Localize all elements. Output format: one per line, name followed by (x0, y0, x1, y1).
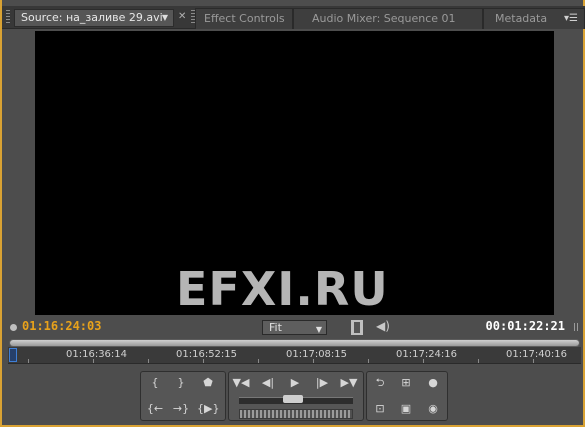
zoom-scrollbar[interactable] (9, 339, 580, 347)
insert-icon[interactable]: ⊡ (369, 399, 391, 419)
go-to-in-point-icon[interactable]: {← (144, 399, 166, 419)
resize-grip-icon[interactable] (574, 323, 580, 331)
marker-controls: { } ⬟ {← →} {▶} (140, 371, 226, 421)
scrollbar-thumb[interactable] (10, 340, 579, 346)
tab-metadata[interactable]: Metadata ▾☰ (483, 8, 585, 29)
loop-icon[interactable]: ⮌ (369, 373, 391, 393)
ruler-label: 01:17:40:16 (506, 349, 568, 360)
play-icon[interactable]: ▶ (284, 373, 306, 393)
ruler-label: 01:17:24:16 (396, 349, 458, 360)
previous-marker-icon[interactable]: ▼◀ (230, 373, 252, 393)
jog-knob[interactable] (283, 395, 303, 403)
timecode-row: 01:16:24:03 Fit ▼ ◀) 00:01:22:21 (2, 317, 585, 337)
close-icon[interactable]: ✕ (178, 11, 186, 22)
ruler-tick (533, 359, 534, 363)
play-in-to-out-icon[interactable]: {▶} (197, 399, 219, 419)
ruler-tick (148, 359, 149, 363)
ruler-tick (423, 359, 424, 363)
speaker-icon[interactable]: ◀) (376, 319, 390, 333)
ruler-tick (258, 359, 259, 363)
step-back-icon[interactable]: ◀| (257, 373, 279, 393)
source-clip-dropdown[interactable]: Source: на_заливе 29.avi ▼ (14, 9, 174, 27)
ruler-tick (368, 359, 369, 363)
step-forward-icon[interactable]: |▶ (311, 373, 333, 393)
source-monitor-panel: Source: на_заливе 29.avi ▼ ✕ Effect Cont… (0, 0, 585, 427)
ruler-tick (28, 359, 29, 363)
panel-grip[interactable] (6, 10, 10, 24)
ruler-tick (478, 359, 479, 363)
set-in-point-icon[interactable]: { (144, 373, 166, 393)
ruler-tick (313, 359, 314, 363)
set-marker-icon[interactable]: ⬟ (197, 373, 219, 393)
panel-menu-icon[interactable]: ▾☰ (564, 13, 578, 24)
source-tab-label: Source: на_заливе 29.avi (21, 11, 163, 24)
ruler-tick (203, 359, 204, 363)
tab-bar: Source: на_заливе 29.avi ▼ ✕ Effect Cont… (2, 6, 585, 29)
shuttle-control[interactable] (239, 409, 353, 419)
jog-slider[interactable] (239, 395, 353, 404)
export-frame-icon[interactable]: ◉ (422, 399, 444, 419)
watermark: EFXI.RU (176, 262, 389, 316)
ruler-label: 01:16:36:14 (66, 349, 128, 360)
zoom-value: Fit (269, 321, 282, 334)
set-out-point-icon[interactable]: } (170, 373, 192, 393)
tab-label: Metadata (495, 12, 548, 25)
zoom-select[interactable]: Fit ▼ (262, 320, 327, 335)
playhead[interactable] (9, 348, 17, 362)
chevron-down-icon: ▼ (315, 325, 322, 334)
tab-effect-controls[interactable]: Effect Controls (195, 8, 293, 29)
tab-audio-mixer[interactable]: Audio Mixer: Sequence 01 (293, 8, 483, 29)
output-icon[interactable]: ● (422, 373, 444, 393)
marker-dot-icon (10, 324, 17, 331)
ruler-label: 01:16:52:15 (176, 349, 238, 360)
output-mode-icon[interactable] (351, 320, 363, 335)
tab-label: Audio Mixer: Sequence 01 (312, 12, 456, 25)
edit-controls: ⮌ ⊞ ● ⊡ ▣ ◉ (366, 371, 448, 421)
ruler-label: 01:17:08:15 (286, 349, 348, 360)
current-timecode[interactable]: 01:16:24:03 (22, 319, 101, 333)
overlay-icon[interactable]: ▣ (395, 399, 417, 419)
ruler-tick (93, 359, 94, 363)
chevron-down-icon: ▼ (161, 13, 169, 22)
duration-timecode: 00:01:22:21 (485, 319, 565, 333)
tab-label: Effect Controls (204, 12, 285, 25)
safe-margins-icon[interactable]: ⊞ (395, 373, 417, 393)
go-to-out-point-icon[interactable]: →} (170, 399, 192, 419)
time-ruler[interactable]: 01:16:36:14 01:16:52:15 01:17:08:15 01:1… (8, 347, 581, 364)
next-marker-icon[interactable]: ▶▼ (338, 373, 360, 393)
